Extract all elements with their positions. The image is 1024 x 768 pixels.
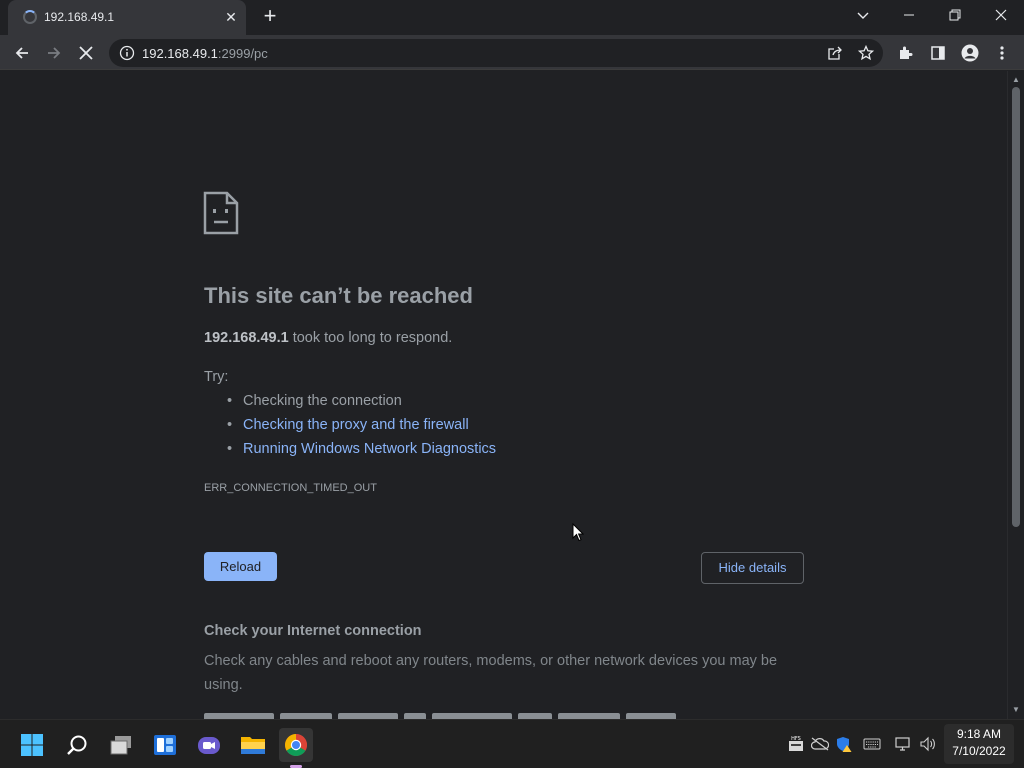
minimize-button[interactable] (887, 0, 931, 30)
error-title: This site can’t be reached (204, 283, 473, 308)
hide-details-button[interactable]: Hide details (701, 552, 804, 584)
suggestion-item: Checking the connection (227, 393, 496, 417)
try-label: Try: (204, 369, 229, 385)
keyboard-icon (863, 738, 881, 750)
puzzle-icon (900, 46, 913, 59)
suggestion-check-connection: Checking the connection (243, 393, 402, 409)
mouse-cursor-icon (572, 523, 584, 542)
chat-video-icon (198, 737, 220, 754)
windows-logo-icon (21, 734, 43, 756)
back-button[interactable] (8, 39, 36, 67)
page-scrollbar[interactable]: ▲ ▼ (1007, 71, 1024, 719)
sad-page-icon (203, 191, 239, 235)
back-arrow-icon (15, 47, 28, 59)
info-icon[interactable] (119, 45, 135, 61)
tray-security-icon[interactable] (835, 735, 853, 753)
error-page: This site can’t be reached 192.168.49.1 … (0, 71, 1007, 719)
search-button[interactable] (60, 728, 94, 762)
system-clock[interactable]: 9:18 AM 7/10/2022 (946, 726, 1012, 760)
tab-active[interactable]: 192.168.49.1 ✕ (8, 0, 246, 35)
details-title: Check your Internet connection (204, 623, 422, 639)
profile-button[interactable] (956, 39, 984, 67)
svg-text:HFS: HFS (791, 736, 801, 742)
address-bar[interactable]: 192.168.49.1:2999/pc (109, 39, 883, 67)
tray-volume-icon[interactable] (919, 735, 937, 753)
cloud-offline-icon (811, 737, 829, 751)
error-description: 192.168.49.1 took too long to respond. (204, 330, 452, 346)
chrome-icon (285, 734, 307, 756)
windows-taskbar: HFS 9:18 AM 7/10/2022 (0, 719, 1024, 768)
task-view-icon (110, 736, 131, 755)
tab-title: 192.168.49.1 (44, 10, 115, 24)
profile-avatar-icon (961, 44, 979, 62)
kebab-menu-icon (1000, 46, 1004, 60)
error-host: 192.168.49.1 (204, 330, 289, 346)
tray-keyboard-icon[interactable] (863, 735, 881, 753)
restore-button[interactable] (933, 0, 977, 30)
network-icon (895, 737, 910, 751)
error-description-text: took too long to respond. (288, 330, 453, 346)
teams-chat-button[interactable] (192, 728, 226, 762)
tab-strip: 192.168.49.1 ✕ + (0, 0, 1024, 35)
widgets-icon (154, 735, 176, 755)
chrome-taskbar-button[interactable] (279, 728, 313, 762)
extensions-button[interactable] (892, 39, 920, 67)
scroll-down-arrow-icon[interactable]: ▼ (1008, 703, 1024, 717)
widgets-button[interactable] (148, 728, 182, 762)
share-icon (828, 46, 842, 60)
error-code: ERR_CONNECTION_TIMED_OUT (204, 482, 377, 494)
tray-hfs-icon[interactable]: HFS (787, 735, 805, 753)
forward-arrow-icon (48, 47, 61, 59)
close-icon (995, 9, 1007, 21)
bookmark-button[interactable] (852, 39, 880, 67)
details-body: Check any cables and reboot any routers,… (204, 653, 778, 693)
suggestion-proxy-firewall-link[interactable]: Checking the proxy and the firewall (243, 417, 469, 433)
tab-close-icon[interactable]: ✕ (222, 8, 240, 26)
task-view-button[interactable] (104, 728, 138, 762)
suggestion-network-diagnostics-link[interactable]: Running Windows Network Diagnostics (243, 441, 496, 457)
speaker-icon (920, 736, 935, 752)
folder-icon (241, 737, 265, 754)
close-window-button[interactable] (979, 0, 1023, 30)
reload-button[interactable]: Reload (204, 552, 277, 581)
suggestions-list: Checking the connection Checking the pro… (227, 393, 496, 465)
scroll-up-arrow-icon[interactable]: ▲ (1008, 73, 1024, 87)
start-button[interactable] (15, 728, 49, 762)
minimize-icon (904, 14, 914, 16)
restore-icon (949, 9, 961, 21)
stop-icon (79, 46, 93, 60)
new-tab-button[interactable]: + (259, 5, 281, 28)
url-host: 192.168.49.1 (142, 46, 218, 61)
browser-toolbar: 192.168.49.1:2999/pc (0, 35, 1024, 70)
tray-onedrive-icon[interactable] (811, 735, 829, 753)
forward-button[interactable] (40, 39, 68, 67)
file-explorer-button[interactable] (236, 728, 270, 762)
side-panel-icon (931, 46, 945, 60)
url-path: :2999/pc (217, 46, 268, 61)
star-icon (858, 45, 874, 61)
scrollbar-thumb[interactable] (1012, 87, 1020, 527)
clock-time: 9:18 AM (956, 727, 1002, 741)
tab-search-button[interactable] (841, 0, 885, 30)
hfs-drive-icon: HFS (789, 736, 803, 751)
url-text[interactable]: 192.168.49.1:2999/pc (142, 46, 268, 61)
clock-date: 7/10/2022 (952, 744, 1006, 758)
menu-button[interactable] (988, 39, 1016, 67)
side-panel-button[interactable] (924, 39, 952, 67)
shield-warning-icon (837, 737, 852, 752)
loading-spinner-icon (23, 10, 37, 24)
tray-network-icon[interactable] (894, 735, 912, 753)
search-icon (67, 735, 87, 755)
suggestion-item: Checking the proxy and the firewall (227, 417, 496, 441)
suggestion-item: Running Windows Network Diagnostics (227, 441, 496, 465)
share-button[interactable] (821, 39, 849, 67)
chevron-down-icon (857, 12, 869, 19)
stop-loading-button[interactable] (72, 39, 100, 67)
